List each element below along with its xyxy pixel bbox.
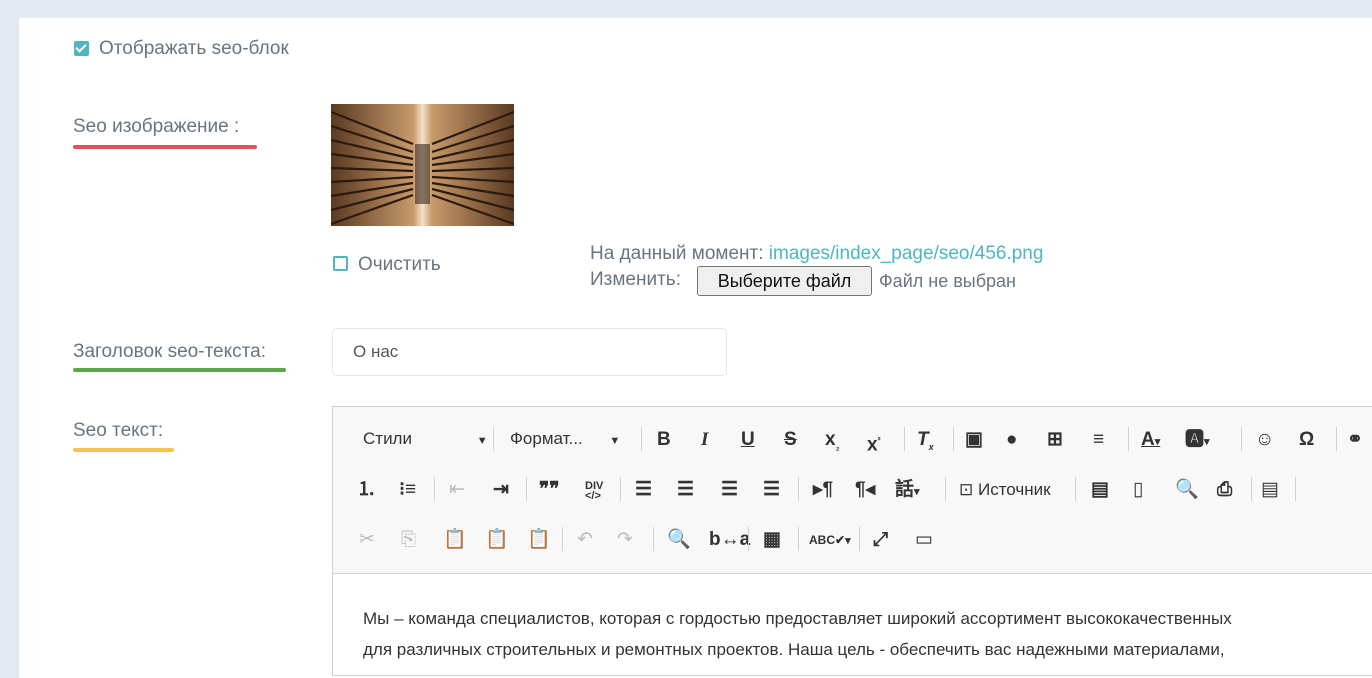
current-file-label: На данный момент:	[590, 243, 764, 264]
seo-title-underline	[73, 368, 286, 372]
format-combo-label: Формат...	[510, 429, 583, 448]
paste-word-icon[interactable]: 📋	[527, 530, 551, 550]
paste-text-icon[interactable]: 📋	[485, 530, 509, 550]
superscript-icon[interactable]: x²	[867, 430, 881, 455]
show-seo-checkbox[interactable]	[74, 41, 89, 56]
clear-image-label: Очистить	[358, 254, 441, 275]
link-icon[interactable]: ⚭	[1347, 430, 1363, 450]
source-button[interactable]: ⊡ Источник	[959, 480, 1051, 500]
source-button-label: Источник	[977, 480, 1051, 499]
background-color-icon[interactable]: 🅰▾	[1185, 430, 1210, 452]
chevron-down-icon: ▼	[476, 435, 488, 447]
paste-icon[interactable]: 📋	[443, 530, 467, 550]
no-file-text: Файл не выбран	[879, 271, 1016, 291]
choose-file-button[interactable]: Выберите файл	[697, 266, 872, 296]
table-icon[interactable]: ⊞	[1047, 430, 1063, 450]
select-all-icon[interactable]: ▦	[763, 530, 781, 550]
maximize-icon[interactable]: ⤢	[873, 530, 888, 550]
styles-combo[interactable]: Стили ▼	[363, 429, 488, 449]
justify-icon[interactable]: ☰	[763, 480, 780, 500]
rich-text-editor: Стили ▼ Формат... ▼ B I U S x₂ x² Tx ▣ ●…	[332, 406, 1372, 676]
undo-icon[interactable]: ↶	[577, 530, 593, 550]
content-line: для различных строительных и ремонтных п…	[363, 640, 1225, 659]
align-center-icon[interactable]: ☰	[677, 480, 694, 500]
current-file-text: На данный момент: images/index_page/seo/…	[590, 243, 1043, 265]
subscript-icon[interactable]: x₂	[825, 430, 840, 457]
spellcheck-icon[interactable]: ABC✔▾	[809, 530, 851, 551]
replace-icon[interactable]: b↔a	[709, 530, 750, 550]
numbered-list-icon[interactable]: ⒈	[357, 480, 376, 500]
seo-title-label: Заголовок seo-текста:	[73, 341, 266, 362]
text-color-icon[interactable]: A▾	[1141, 430, 1160, 452]
styles-combo-label: Стили	[363, 429, 412, 448]
div-container-icon[interactable]: DIV </>	[585, 481, 603, 502]
editor-content[interactable]: Мы – команда специалистов, которая с гор…	[363, 603, 1372, 665]
templates-icon[interactable]: ▤	[1261, 480, 1279, 500]
align-right-icon[interactable]: ☰	[721, 480, 738, 500]
horizontal-line-icon[interactable]: ≡	[1093, 430, 1104, 450]
new-page-icon[interactable]: ▯	[1133, 480, 1143, 500]
ltr-icon[interactable]: ▸¶	[813, 480, 833, 500]
change-file-label: Изменить:	[590, 269, 681, 290]
seo-image-preview	[331, 104, 514, 226]
copy-icon[interactable]: ⎘	[401, 530, 416, 550]
omega-icon[interactable]: Ω	[1299, 430, 1314, 450]
show-seo-label: Отображать seo-блок	[99, 38, 289, 59]
bulleted-list-icon[interactable]: ⁝≡	[399, 480, 416, 500]
italic-icon[interactable]: I	[701, 430, 708, 450]
preview-icon[interactable]: 🔍	[1175, 480, 1199, 500]
flash-icon[interactable]: ●	[1006, 430, 1017, 450]
print-icon[interactable]: ⎙	[1217, 480, 1232, 500]
language-icon[interactable]: 話▾	[895, 480, 920, 502]
align-left-icon[interactable]: ☰	[635, 480, 652, 500]
show-blocks-icon[interactable]: ▭	[915, 530, 933, 550]
seo-image-label: Seo изображение :	[73, 116, 240, 137]
rtl-icon[interactable]: ¶◂	[855, 480, 875, 500]
seo-text-underline	[73, 448, 174, 452]
cut-icon[interactable]: ✂	[359, 530, 375, 550]
format-combo[interactable]: Формат... ▼	[510, 429, 620, 449]
blockquote-icon[interactable]: ❞❞	[539, 480, 559, 500]
seo-image-underline	[73, 145, 257, 149]
redo-icon[interactable]: ↷	[617, 530, 633, 550]
indent-icon[interactable]: ⇥	[493, 480, 509, 500]
underline-icon[interactable]: U	[741, 430, 755, 450]
strikethrough-icon[interactable]: S	[784, 430, 797, 450]
outdent-icon[interactable]: ⇤	[449, 480, 465, 500]
save-icon[interactable]: ▤	[1091, 480, 1109, 500]
find-icon[interactable]: 🔍	[667, 530, 691, 550]
editor-toolbar: Стили ▼ Формат... ▼ B I U S x₂ x² Tx ▣ ●…	[333, 407, 1372, 574]
smiley-icon[interactable]: ☺	[1255, 430, 1274, 450]
current-file-link[interactable]: images/index_page/seo/456.png	[769, 243, 1044, 264]
chevron-down-icon: ▼	[609, 435, 621, 447]
seo-title-input[interactable]: О нас	[332, 328, 727, 376]
clear-image-checkbox[interactable]	[333, 256, 348, 271]
content-line: Мы – команда специалистов, которая с гор…	[363, 609, 1232, 628]
source-icon: ⊡	[959, 480, 974, 499]
seo-text-label: Seo текст:	[73, 420, 164, 441]
bold-icon[interactable]: B	[657, 430, 671, 450]
image-icon[interactable]: ▣	[965, 430, 983, 450]
remove-format-icon[interactable]: Tx	[917, 430, 934, 457]
